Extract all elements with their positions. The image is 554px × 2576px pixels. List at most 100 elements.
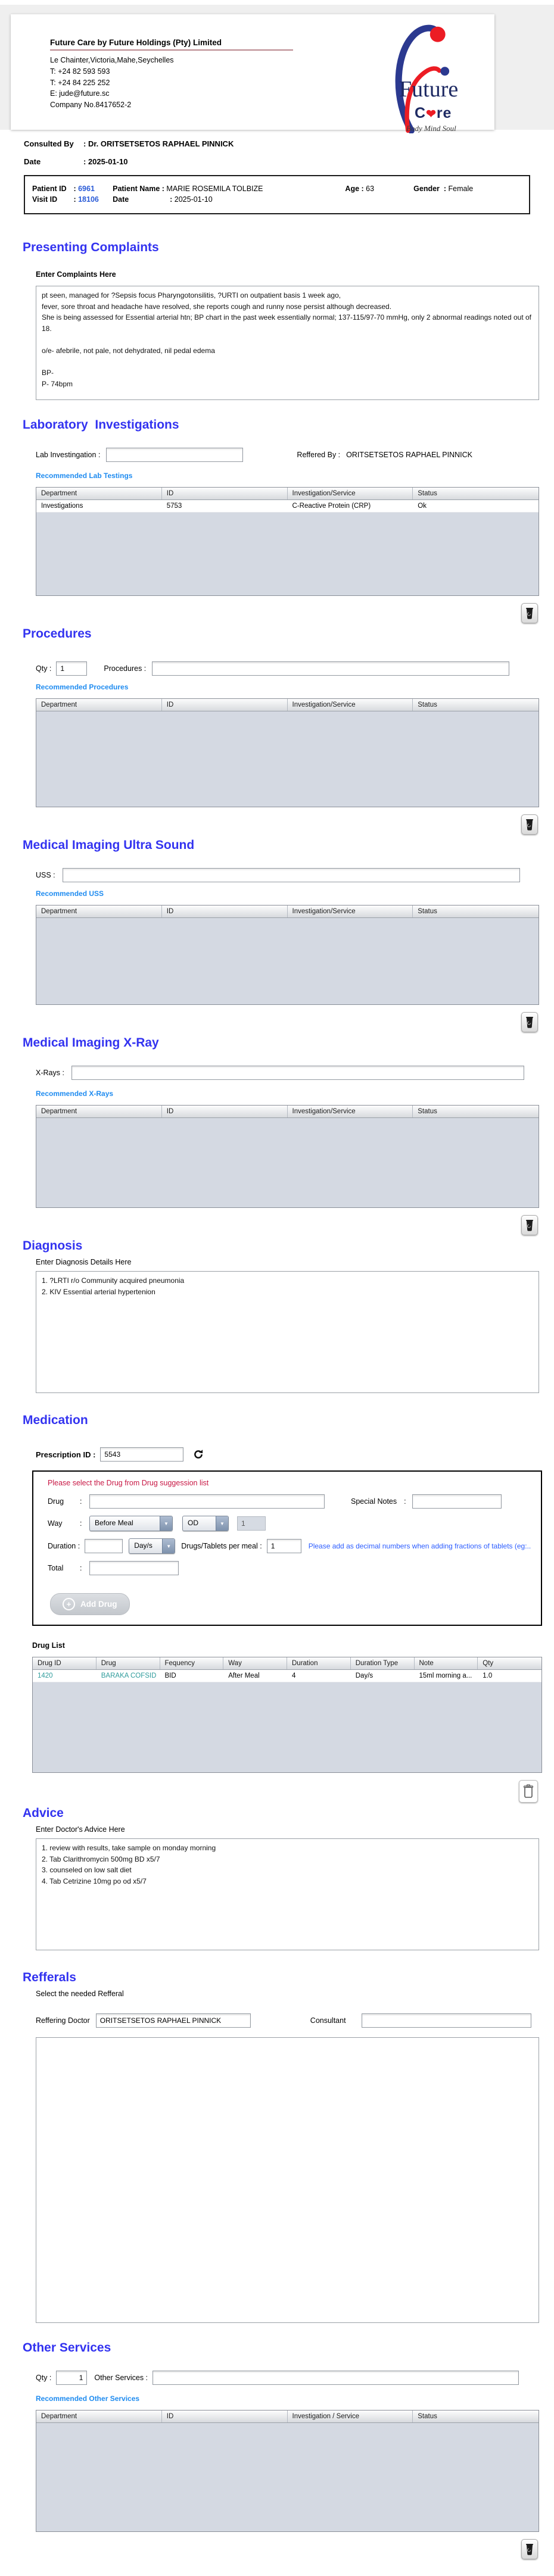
- other-services-delete-button[interactable]: [521, 2539, 538, 2559]
- drug-list-delete-button[interactable]: [519, 1780, 538, 1803]
- recommended-procedures-link[interactable]: Recommended Procedures: [36, 683, 128, 691]
- medication-title: Medication: [23, 1413, 88, 1427]
- uss-table-delete-button[interactable]: [521, 1012, 538, 1032]
- table-header-cell: ID: [162, 2410, 288, 2422]
- consult-date-label: Date: [24, 157, 41, 166]
- procedures-table: Department ID Investigation/Service Status: [36, 698, 539, 807]
- lab-investigation-label: Lab Investingation :: [36, 451, 101, 459]
- procedures-title: Procedures: [23, 627, 92, 641]
- age-label: Age: [345, 185, 360, 193]
- referrals-title: Refferals: [23, 1971, 76, 1984]
- procedures-field-label: Procedures :: [104, 664, 147, 673]
- duration-type-select[interactable]: Day/s ▼: [129, 1538, 176, 1554]
- table-row[interactable]: Investigations 5753 C-Reactive Protein (CR…: [36, 500, 539, 513]
- table-cell: 15ml morning a...: [419, 1672, 472, 1679]
- per-meal-input[interactable]: [266, 1539, 301, 1553]
- trash-icon: [526, 819, 533, 830]
- uss-input[interactable]: [62, 868, 520, 882]
- lab-table-delete-button[interactable]: [521, 603, 538, 623]
- table-cell: C-Reactive Protein (CRP): [292, 502, 371, 510]
- company-name: Future Care by Future Holdings (Pty) Lim…: [50, 38, 293, 51]
- table-header-cell: Investigation/Service: [288, 1106, 413, 1117]
- table-cell: BID: [164, 1672, 176, 1679]
- consultant-input[interactable]: [361, 2013, 531, 2028]
- procedures-qty-label: Qty :: [36, 664, 52, 673]
- drug-entry-box: Please select the Drug from Drug suggess…: [32, 1470, 542, 1626]
- recommended-other-services-link[interactable]: Recommended Other Services: [36, 2394, 139, 2403]
- total-input[interactable]: [89, 1561, 179, 1575]
- other-qty-input[interactable]: [56, 2371, 88, 2385]
- table-header-cell: ID: [162, 1106, 288, 1117]
- other-qty-label: Qty :: [36, 2374, 52, 2382]
- procedures-input[interactable]: [152, 661, 510, 676]
- times-per-day-input: [237, 1516, 266, 1531]
- frequency-select[interactable]: OD ▼: [182, 1516, 229, 1531]
- table-header-cell: Department: [36, 699, 162, 711]
- way-select[interactable]: Before Meal ▼: [89, 1516, 173, 1531]
- complaints-textarea[interactable]: pt seen, managed for ?Sepsis focus Phary…: [36, 286, 539, 400]
- table-header-cell: Department: [36, 488, 162, 499]
- table-header-cell: ID: [162, 905, 288, 917]
- prescription-id-input[interactable]: [100, 1447, 184, 1462]
- special-notes-input[interactable]: [412, 1494, 502, 1509]
- table-header-cell: Way: [223, 1657, 287, 1669]
- table-header-cell: Status: [418, 1108, 437, 1115]
- recommended-xray-link[interactable]: Recommended X-Rays: [36, 1089, 113, 1098]
- table-header-cell: Investigation/Service: [288, 488, 413, 499]
- table-cell: BARAKA COFSID: [101, 1672, 157, 1679]
- total-label: Total: [48, 1564, 64, 1572]
- table-header-cell: Duration Type: [351, 1657, 415, 1669]
- laboratory-title: Laboratory Investigations: [23, 418, 179, 432]
- trash-icon: [526, 2544, 533, 2555]
- other-services-input[interactable]: [152, 2371, 519, 2385]
- patient-id-label: Patient ID: [32, 185, 67, 193]
- uss-field-label: USS :: [36, 871, 55, 879]
- procedures-qty-input[interactable]: [56, 661, 88, 676]
- xray-title: Medical Imaging X-Ray: [23, 1036, 159, 1050]
- recommended-lab-testings-link[interactable]: Recommended Lab Testings: [36, 472, 132, 480]
- advice-textarea[interactable]: 1. review with results, take sample on m…: [36, 1838, 539, 1950]
- referral-list-box[interactable]: [36, 2037, 539, 2323]
- recommended-uss-link[interactable]: Recommended USS: [36, 889, 104, 898]
- logo-wordmark-care: C❤re: [415, 105, 452, 121]
- consulting-doctor: : Dr. ORITSETSETOS RAPHAEL PINNICK: [83, 139, 234, 148]
- add-drug-button[interactable]: + Add Drug: [50, 1593, 130, 1615]
- fraction-note: Please add as decimal numbers when addin…: [308, 1542, 531, 1550]
- uss-table: Department ID Investigation/Service Status: [36, 905, 539, 1005]
- drug-suggestion-notice: Please select the Drug from Drug suggess…: [48, 1479, 209, 1487]
- referring-doctor-input[interactable]: [95, 2013, 251, 2028]
- presenting-complaints-title: Presenting Complaints: [23, 241, 159, 254]
- xray-field-label: X-Rays :: [36, 1069, 64, 1077]
- future-care-logo: Future C❤re Body Mind Soul: [365, 17, 484, 133]
- special-notes-label: Special Notes: [351, 1497, 397, 1506]
- company-number: Company No.8417652-2: [50, 101, 132, 109]
- table-header-cell: ID: [162, 699, 288, 711]
- ultrasound-title: Medical Imaging Ultra Sound: [23, 838, 195, 852]
- duration-input[interactable]: [85, 1539, 123, 1553]
- table-header-cell: Fequency: [160, 1657, 224, 1669]
- xray-table: Department ID Investigation/Service Status: [36, 1105, 539, 1208]
- logo-tagline: Body Mind Soul: [406, 124, 456, 133]
- xray-table-delete-button[interactable]: [521, 1215, 538, 1235]
- table-row[interactable]: 1420 BARAKA COFSID BID After Meal 4 Day/s 15ml…: [33, 1670, 541, 1682]
- diagnosis-title: Diagnosis: [23, 1239, 83, 1253]
- table-cell: 4: [292, 1672, 296, 1679]
- referred-by-value: ORITSETSETOS RAPHAEL PINNICK: [346, 451, 473, 459]
- diagnosis-textarea[interactable]: 1. ?LRTI r/o Community acquired pneumoni…: [36, 1271, 539, 1393]
- visit-date-value: 2025-01-10: [174, 195, 213, 204]
- table-header-cell: Drug ID: [33, 1657, 97, 1669]
- other-services-title: Other Services: [23, 2341, 111, 2355]
- refresh-icon: [194, 1450, 203, 1459]
- lab-investigation-input[interactable]: [106, 448, 244, 462]
- table-cell: 1420: [38, 1672, 53, 1679]
- consultant-label: Consultant: [310, 2016, 346, 2025]
- procedures-table-delete-button[interactable]: [521, 814, 538, 835]
- other-services-table: Department ID Investigation / Service Statu…: [36, 2410, 539, 2532]
- xray-input[interactable]: [71, 1066, 524, 1080]
- refresh-prescription-button[interactable]: [189, 1445, 207, 1463]
- drug-input[interactable]: [89, 1494, 325, 1509]
- table-header-cell: Qty: [483, 1660, 494, 1667]
- plus-icon: +: [63, 1598, 75, 1610]
- letterhead-card: Future Care by Future Holdings (Pty) Lim…: [11, 14, 494, 133]
- duration-label: Duration :: [48, 1542, 80, 1550]
